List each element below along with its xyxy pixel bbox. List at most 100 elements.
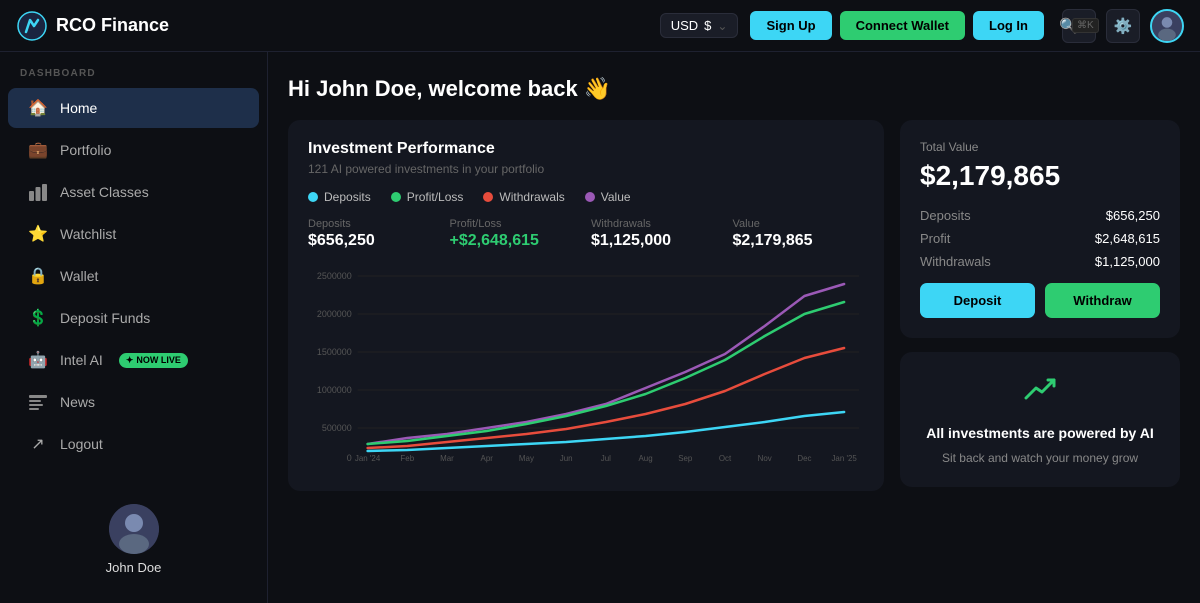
sidebar-item-deposit-funds[interactable]: 💲 Deposit Funds — [8, 298, 259, 338]
sidebar-item-news-label: News — [60, 394, 95, 410]
svg-text:Apr: Apr — [481, 454, 494, 463]
tv-actions: Deposit Withdraw — [920, 283, 1160, 318]
legend-deposits-label: Deposits — [324, 190, 371, 204]
stat-profit: Profit/Loss +$2,648,615 — [450, 218, 582, 250]
intel-ai-icon: 🤖 — [28, 350, 48, 370]
portfolio-icon: 💼 — [28, 140, 48, 160]
chart-stats: Deposits $656,250 Profit/Loss +$2,648,61… — [308, 218, 864, 250]
tv-profit-value: $2,648,615 — [1095, 231, 1160, 246]
stat-withdrawals: Withdrawals $1,125,000 — [591, 218, 723, 250]
ai-promo-card: All investments are powered by AI Sit ba… — [900, 352, 1180, 487]
sidebar-item-home-label: Home — [60, 100, 97, 116]
legend-value: Value — [585, 190, 631, 204]
sidebar-item-portfolio[interactable]: 💼 Portfolio — [8, 130, 259, 170]
tv-withdrawals-label: Withdrawals — [920, 254, 991, 269]
stat-value-label: Value — [733, 218, 865, 230]
tv-withdrawals-value: $1,125,000 — [1095, 254, 1160, 269]
svg-text:Jul: Jul — [601, 454, 611, 463]
svg-text:0: 0 — [347, 453, 352, 463]
sidebar-user-name: John Doe — [106, 560, 162, 575]
svg-text:Sep: Sep — [678, 454, 693, 463]
logo-area: RCO Finance — [16, 10, 648, 42]
stat-profit-label: Profit/Loss — [450, 218, 582, 230]
legend-profit-label: Profit/Loss — [407, 190, 464, 204]
gear-icon: ⚙️ — [1114, 17, 1133, 35]
connect-wallet-button[interactable]: Connect Wallet — [840, 11, 965, 40]
welcome-heading: Hi John Doe, welcome back 👋 — [288, 76, 1180, 102]
dashboard-grid: Investment Performance 121 AI powered in… — [288, 120, 1180, 491]
sidebar-section-label: DASHBOARD — [0, 68, 267, 87]
stat-value: Value $2,179,865 — [733, 218, 865, 250]
settings-button[interactable]: ⚙️ — [1106, 9, 1140, 43]
sidebar-user-avatar — [109, 504, 159, 554]
svg-text:Nov: Nov — [758, 454, 772, 463]
tv-row-profit: Profit $2,648,615 — [920, 231, 1160, 246]
sidebar-item-intel-label: Intel AI — [60, 352, 103, 368]
home-icon: 🏠 — [28, 98, 48, 118]
legend-withdrawals-label: Withdrawals — [499, 190, 564, 204]
main-layout: DASHBOARD 🏠 Home 💼 Portfolio Asset Class… — [0, 52, 1200, 603]
stat-withdrawals-value: $1,125,000 — [591, 232, 723, 250]
news-icon — [28, 392, 48, 412]
sidebar-user-section: John Doe — [0, 492, 267, 587]
svg-text:Jun: Jun — [560, 454, 573, 463]
currency-label: USD — [671, 18, 698, 33]
stat-withdrawals-label: Withdrawals — [591, 218, 723, 230]
svg-text:1000000: 1000000 — [317, 385, 352, 395]
svg-text:Oct: Oct — [719, 454, 732, 463]
sidebar-item-home[interactable]: 🏠 Home — [8, 88, 259, 128]
profit-dot — [391, 192, 401, 202]
svg-text:2000000: 2000000 — [317, 309, 352, 319]
investment-performance-card: Investment Performance 121 AI powered in… — [288, 120, 884, 491]
sidebar-item-watchlist[interactable]: ⭐ Watchlist — [8, 214, 259, 254]
tv-deposits-value: $656,250 — [1106, 208, 1160, 223]
svg-text:Dec: Dec — [797, 454, 811, 463]
svg-text:Jan '24: Jan '24 — [355, 454, 381, 463]
sidebar: DASHBOARD 🏠 Home 💼 Portfolio Asset Class… — [0, 52, 268, 603]
svg-text:Jan '25: Jan '25 — [831, 454, 857, 463]
nav-icons: 🔍 ⌘K ⚙️ — [1062, 9, 1184, 43]
legend-withdrawals: Withdrawals — [483, 190, 564, 204]
svg-text:500000: 500000 — [322, 423, 352, 433]
main-content: Hi John Doe, welcome back 👋 Investment P… — [268, 52, 1200, 603]
sidebar-item-logout-label: Logout — [60, 436, 103, 452]
currency-selector[interactable]: USD $ ⌄ — [660, 13, 739, 38]
svg-text:May: May — [519, 454, 534, 463]
user-avatar-nav[interactable] — [1150, 9, 1184, 43]
chart-subtitle: 121 AI powered investments in your portf… — [308, 162, 864, 176]
sidebar-item-intel-ai[interactable]: 🤖 Intel AI ✦ NOW LIVE — [8, 340, 259, 380]
performance-chart: 2500000 2000000 1500000 1000000 500000 0… — [308, 266, 864, 466]
sidebar-item-logout[interactable]: ↗ Logout — [8, 424, 259, 464]
withdraw-button[interactable]: Withdraw — [1045, 283, 1160, 318]
svg-text:Mar: Mar — [440, 454, 454, 463]
sidebar-item-wallet-label: Wallet — [60, 268, 98, 284]
ai-card-title: All investments are powered by AI — [926, 425, 1153, 441]
stat-profit-value: +$2,648,615 — [450, 232, 582, 250]
sidebar-item-portfolio-label: Portfolio — [60, 142, 111, 158]
login-button[interactable]: Log In — [973, 11, 1044, 40]
nav-buttons: Sign Up Connect Wallet Log In — [750, 11, 1044, 40]
stat-deposits-label: Deposits — [308, 218, 440, 230]
tv-row-deposits: Deposits $656,250 — [920, 208, 1160, 223]
chevron-down-icon: ⌄ — [717, 19, 727, 33]
deposit-button[interactable]: Deposit — [920, 283, 1035, 318]
sidebar-item-asset-classes[interactable]: Asset Classes — [8, 172, 259, 212]
logout-icon: ↗ — [28, 434, 48, 454]
ai-card-desc: Sit back and watch your money grow — [942, 449, 1138, 467]
sidebar-item-wallet[interactable]: 🔒 Wallet — [8, 256, 259, 296]
stat-deposits-value: $656,250 — [308, 232, 440, 250]
wallet-icon: 🔒 — [28, 266, 48, 286]
deposit-icon: 💲 — [28, 308, 48, 328]
stat-deposits: Deposits $656,250 — [308, 218, 440, 250]
total-value-label: Total Value — [920, 140, 1160, 154]
sidebar-item-asset-label: Asset Classes — [60, 184, 149, 200]
deposits-dot — [308, 192, 318, 202]
signup-button[interactable]: Sign Up — [750, 11, 831, 40]
sidebar-item-news[interactable]: News — [8, 382, 259, 422]
trending-up-icon — [1022, 372, 1058, 415]
tv-deposits-label: Deposits — [920, 208, 971, 223]
total-value-amount: $2,179,865 — [920, 160, 1160, 192]
svg-text:2500000: 2500000 — [317, 271, 352, 281]
legend-profit: Profit/Loss — [391, 190, 464, 204]
search-button[interactable]: 🔍 ⌘K — [1062, 9, 1096, 43]
